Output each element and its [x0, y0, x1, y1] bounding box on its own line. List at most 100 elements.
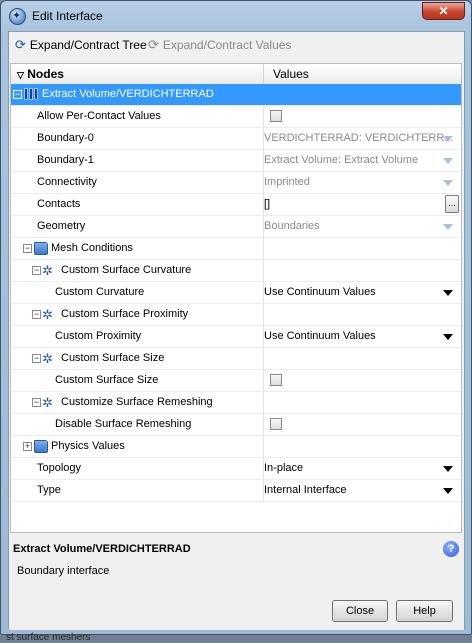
size-group-label: Custom Surface Size [61, 352, 165, 364]
topology-dropdown[interactable]: In-place [264, 462, 303, 474]
title-bar[interactable]: Edit Interface ✕ [1, 1, 471, 31]
row-label: Connectivity [37, 176, 97, 188]
tree-row-allow-per-contact[interactable]: Allow Per-Contact Values [11, 106, 461, 128]
tree-row-root[interactable]: − Extract Volume/VERDICHTERRAD [11, 84, 461, 106]
dialog-body: ⟳ Expand/Contract Tree ⟳ Expand/Contract… [8, 31, 465, 630]
sort-triangle-icon: ▽ [17, 70, 24, 80]
tree-row-custom-surface-size[interactable]: Custom Surface Size [11, 370, 461, 392]
custom-surface-size-checkbox[interactable] [270, 374, 282, 386]
row-label: Geometry [37, 220, 86, 232]
disable-surface-remeshing-checkbox[interactable] [270, 418, 282, 430]
help-icon[interactable]: ? [443, 541, 459, 557]
tree-row-custom-surface-curvature[interactable]: − ✲ Custom Surface Curvature [11, 260, 461, 282]
tree-row-custom-curvature[interactable]: Custom Curvature Use Continuum Values [11, 282, 461, 304]
tree-row-custom-surface-size-group[interactable]: − ✲ Custom Surface Size [11, 348, 461, 370]
description-text: Boundary interface [17, 565, 110, 577]
dropdown-arrow-icon[interactable] [443, 180, 453, 186]
row-label: Custom Surface Size [55, 374, 159, 386]
dropdown-arrow-icon[interactable] [443, 466, 453, 472]
dropdown-arrow-icon[interactable] [443, 158, 453, 164]
row-label: Boundary-0 [37, 132, 94, 144]
row-label: Topology [37, 462, 82, 474]
window-title: Edit Interface [32, 9, 103, 23]
dropdown-arrow-icon[interactable] [443, 488, 453, 494]
curvature-group-label: Custom Surface Curvature [61, 264, 192, 276]
dropdown-arrow-icon[interactable] [443, 224, 453, 230]
allow-per-contact-checkbox[interactable] [270, 110, 282, 122]
window-close-button[interactable]: ✕ [422, 2, 465, 20]
volume-icon [24, 88, 38, 101]
folder-icon [34, 242, 48, 255]
boundary-0-value[interactable]: VERDICHTERRAD: VERDICHTERR... [264, 132, 453, 144]
values-column-header[interactable]: Values [273, 67, 309, 81]
tree-row-mesh-conditions[interactable]: − Mesh Conditions [11, 238, 461, 260]
mesh-condition-icon: ✲ [42, 351, 53, 366]
tree-row-contacts[interactable]: Contacts [] ... [11, 194, 461, 216]
background-window: st surface meshers [0, 632, 472, 643]
mesh-conditions-label: Mesh Conditions [51, 242, 133, 254]
tree-row-customize-surface-remeshing[interactable]: − ✲ Customize Surface Remeshing [11, 392, 461, 414]
edit-interface-dialog: Edit Interface ✕ ⟳ Expand/Contract Tree … [0, 0, 472, 635]
custom-curvature-dropdown[interactable]: Use Continuum Values [264, 286, 376, 298]
tree-row-custom-surface-proximity[interactable]: − ✲ Custom Surface Proximity [11, 304, 461, 326]
tree-row-boundary-0[interactable]: Boundary-0 VERDICHTERRAD: VERDICHTERR... [11, 128, 461, 150]
collapse-icon[interactable]: − [13, 90, 22, 99]
mesh-condition-icon: ✲ [42, 263, 53, 278]
boundary-1-value[interactable]: Extract Volume: Extract Volume [264, 154, 418, 166]
remesh-group-label: Customize Surface Remeshing [61, 396, 213, 408]
expand-values-label: Expand/Contract Values [162, 38, 292, 52]
tree-row-topology[interactable]: Topology In-place [11, 458, 461, 480]
collapse-icon[interactable]: − [32, 398, 41, 407]
contacts-value[interactable]: [] [264, 198, 270, 210]
description-title: Extract Volume/VERDICHTERRAD [13, 543, 191, 555]
close-button[interactable]: Close [332, 600, 388, 622]
row-label: Custom Curvature [55, 286, 145, 298]
type-dropdown[interactable]: Internal Interface [264, 484, 347, 496]
collapse-icon[interactable]: − [32, 354, 41, 363]
ellipsis-button[interactable]: ... [445, 195, 459, 213]
expand-icon[interactable]: + [23, 442, 32, 451]
dropdown-arrow-icon[interactable] [443, 334, 453, 340]
help-button[interactable]: Help [396, 600, 453, 622]
refresh-icon: ⟳ [148, 37, 159, 52]
tree-row-type[interactable]: Type Internal Interface [11, 480, 461, 502]
property-tree: ▽ Nodes Values − Extract Volume/VERDICHT… [10, 63, 462, 533]
row-label: Contacts [37, 198, 81, 210]
tree-row-physics-values[interactable]: + Physics Values [11, 436, 461, 458]
physics-values-label: Physics Values [51, 440, 125, 452]
refresh-icon: ⟳ [15, 37, 26, 52]
column-divider[interactable] [263, 64, 264, 84]
collapse-icon[interactable]: − [32, 266, 41, 275]
mesh-condition-icon: ✲ [42, 307, 53, 322]
row-label: Allow Per-Contact Values [37, 110, 161, 122]
nodes-header-label: Nodes [27, 67, 64, 81]
expand-contract-tree-button[interactable]: ⟳ Expand/Contract Tree [15, 37, 147, 53]
tree-row-boundary-1[interactable]: Boundary-1 Extract Volume: Extract Volum… [11, 150, 461, 172]
tree-row-geometry[interactable]: Geometry Boundaries [11, 216, 461, 238]
toolbar: ⟳ Expand/Contract Tree ⟳ Expand/Contract… [9, 32, 464, 58]
app-icon [9, 8, 26, 25]
collapse-icon[interactable]: − [32, 310, 41, 319]
row-label: Custom Proximity [55, 330, 142, 342]
row-label: Boundary-1 [37, 154, 94, 166]
connectivity-value[interactable]: Imprinted [264, 176, 310, 188]
custom-proximity-dropdown[interactable]: Use Continuum Values [264, 330, 376, 342]
button-bar: Close Help [9, 588, 464, 630]
row-label: Type [37, 484, 61, 496]
root-node-label: Extract Volume/VERDICHTERRAD [42, 88, 214, 100]
mesh-condition-icon: ✲ [42, 395, 53, 410]
expand-contract-values-button[interactable]: ⟳ Expand/Contract Values [148, 37, 291, 53]
collapse-icon[interactable]: − [23, 244, 32, 253]
tree-row-connectivity[interactable]: Connectivity Imprinted [11, 172, 461, 194]
dropdown-arrow-icon[interactable] [443, 136, 453, 142]
folder-icon [34, 440, 48, 453]
dropdown-arrow-icon[interactable] [443, 290, 453, 296]
proximity-group-label: Custom Surface Proximity [61, 308, 189, 320]
nodes-column-header[interactable]: ▽ Nodes [17, 67, 64, 81]
tree-row-disable-surface-remeshing[interactable]: Disable Surface Remeshing [11, 414, 461, 436]
expand-tree-label: Expand/Contract Tree [29, 38, 147, 52]
geometry-value[interactable]: Boundaries [264, 220, 320, 232]
background-text: st surface meshers [6, 632, 91, 643]
tree-row-custom-proximity[interactable]: Custom Proximity Use Continuum Values [11, 326, 461, 348]
row-label: Disable Surface Remeshing [55, 418, 192, 430]
